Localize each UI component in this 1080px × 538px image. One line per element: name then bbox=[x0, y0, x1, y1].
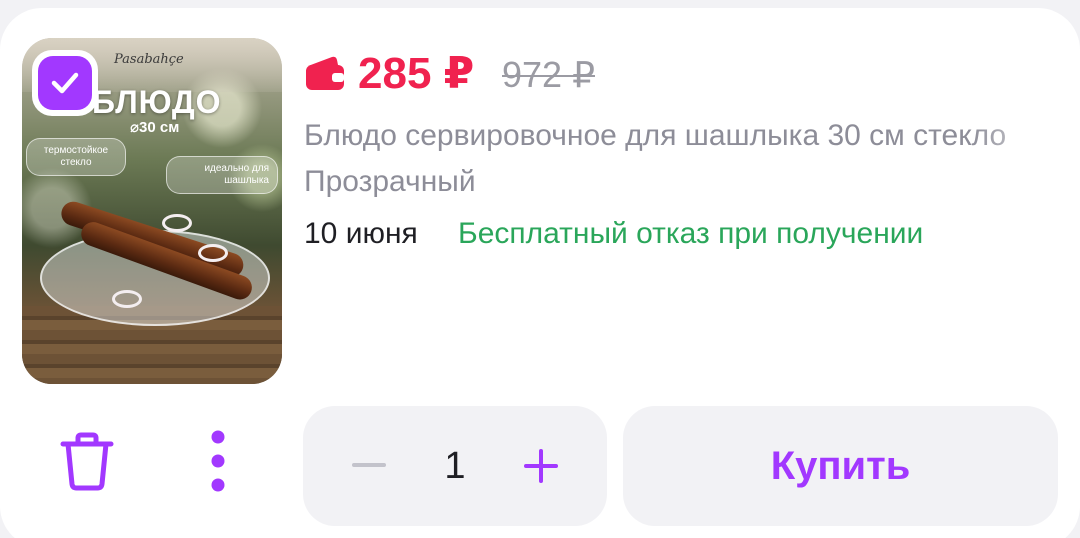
old-price: 972 ₽ bbox=[502, 54, 595, 95]
delivery-date: 10 июня bbox=[304, 217, 418, 250]
buy-button[interactable]: Купить bbox=[623, 406, 1058, 526]
free-refusal-note: Бесплатный отказ при получении bbox=[458, 217, 924, 250]
increase-quantity-button[interactable] bbox=[515, 440, 567, 492]
image-onion-ring bbox=[112, 290, 142, 308]
select-item-checkbox[interactable] bbox=[32, 50, 98, 116]
current-price: 285 ₽ bbox=[358, 49, 475, 98]
delete-button[interactable] bbox=[56, 430, 118, 492]
image-size-label: ⌀30 см bbox=[130, 119, 180, 136]
plus-icon bbox=[524, 449, 558, 483]
image-onion-ring bbox=[198, 244, 228, 262]
image-chip-shashlik: идеально для шашлыка bbox=[166, 156, 278, 194]
image-onion-ring bbox=[162, 214, 192, 232]
decrease-quantity-button[interactable] bbox=[343, 440, 395, 492]
image-chip-heat-resistant: термостойкое стекло bbox=[26, 138, 126, 176]
more-vertical-icon bbox=[211, 430, 225, 492]
trash-icon bbox=[60, 432, 114, 491]
quantity-stepper: 1 bbox=[303, 406, 607, 526]
wallet-icon bbox=[306, 56, 344, 90]
image-headline: БЛЮДО bbox=[92, 84, 222, 120]
minus-icon bbox=[352, 463, 386, 467]
cart-item-card: Pasabahçe БЛЮДО ⌀30 см термостойкое стек… bbox=[0, 8, 1080, 538]
more-options-button[interactable] bbox=[196, 426, 240, 496]
product-variant: Прозрачный bbox=[304, 165, 476, 198]
check-icon bbox=[51, 72, 79, 94]
checkbox-fill bbox=[38, 56, 92, 110]
image-brand-logo: Pasabahçe bbox=[114, 52, 184, 67]
product-title[interactable]: Блюдо сервировочное для шашлыка 30 см ст… bbox=[304, 116, 1080, 156]
quantity-value: 1 bbox=[444, 445, 466, 487]
